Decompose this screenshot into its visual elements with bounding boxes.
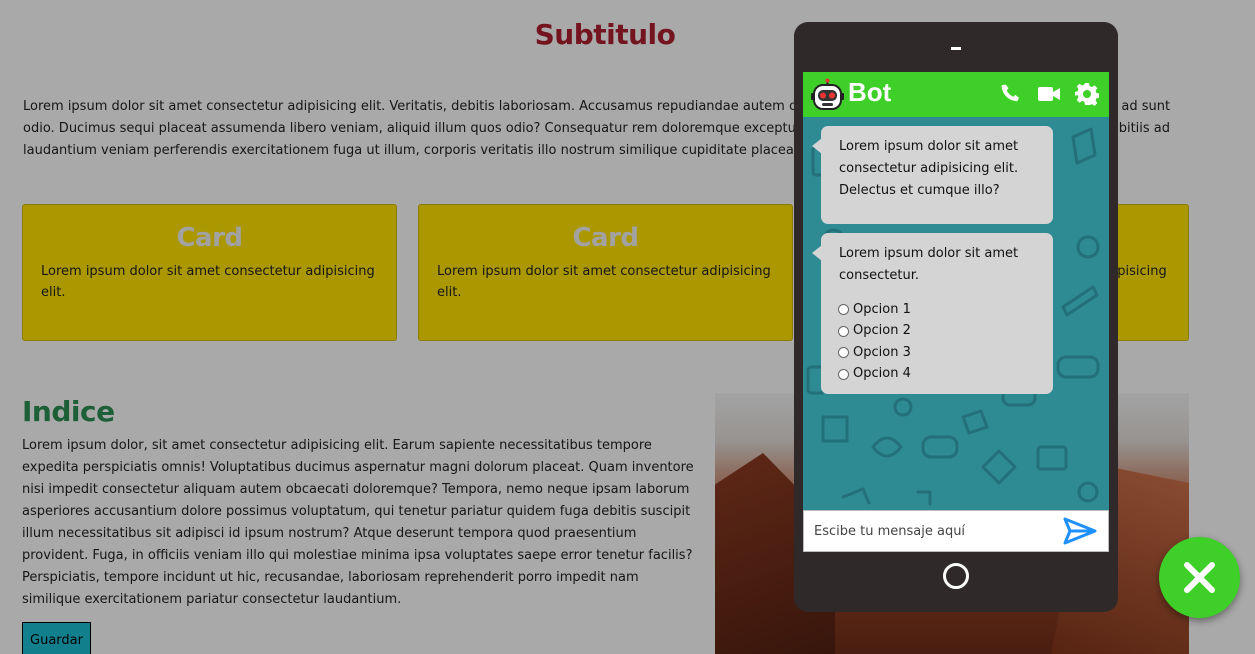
bot-message-options: Lorem ipsum dolor sit amet consectetur. … (812, 233, 1053, 394)
message-input[interactable] (804, 511, 1054, 551)
radio-button[interactable] (838, 325, 849, 337)
phone-home-button (943, 563, 969, 589)
phone-speaker (951, 47, 961, 50)
option-radio-1[interactable]: Opcion 1 (838, 299, 1041, 321)
option-label: Opcion 2 (853, 323, 911, 339)
options-list: Opcion 1 Opcion 2 Opcion 3 Opcion 4 (838, 299, 1041, 386)
option-label: Opcion 4 (853, 366, 911, 382)
gear-icon[interactable] (1075, 82, 1099, 106)
option-radio-2[interactable]: Opcion 2 (838, 321, 1041, 343)
radio-button[interactable] (838, 304, 849, 316)
option-label: Opcion 3 (853, 344, 911, 360)
radio-button[interactable] (838, 368, 849, 380)
phone-icon[interactable] (999, 82, 1023, 106)
chat-header: Bot (803, 72, 1109, 117)
option-radio-4[interactable]: Opcion 4 (838, 364, 1041, 386)
chat-screen: Bot Lorem ipsum dolor sit amet consectet… (803, 72, 1109, 552)
bot-message: Lorem ipsum dolor sit amet consectetur a… (812, 126, 1053, 224)
option-radio-3[interactable]: Opcion 3 (838, 342, 1041, 364)
option-label: Opcion 1 (853, 301, 911, 317)
bot-name: Bot (848, 77, 892, 107)
phone-chat-widget: Bot Lorem ipsum dolor sit amet consectet… (794, 22, 1118, 612)
close-icon (1184, 562, 1215, 593)
radio-button[interactable] (838, 347, 849, 359)
message-input-bar (803, 510, 1109, 552)
robot-icon (811, 78, 844, 110)
message-text: Lorem ipsum dolor sit amet consectetur a… (839, 139, 1019, 198)
send-icon[interactable] (1062, 516, 1098, 546)
close-chat-button[interactable] (1159, 537, 1240, 618)
message-text: Lorem ipsum dolor sit amet consectetur. (839, 246, 1019, 283)
video-camera-icon[interactable] (1037, 82, 1061, 106)
